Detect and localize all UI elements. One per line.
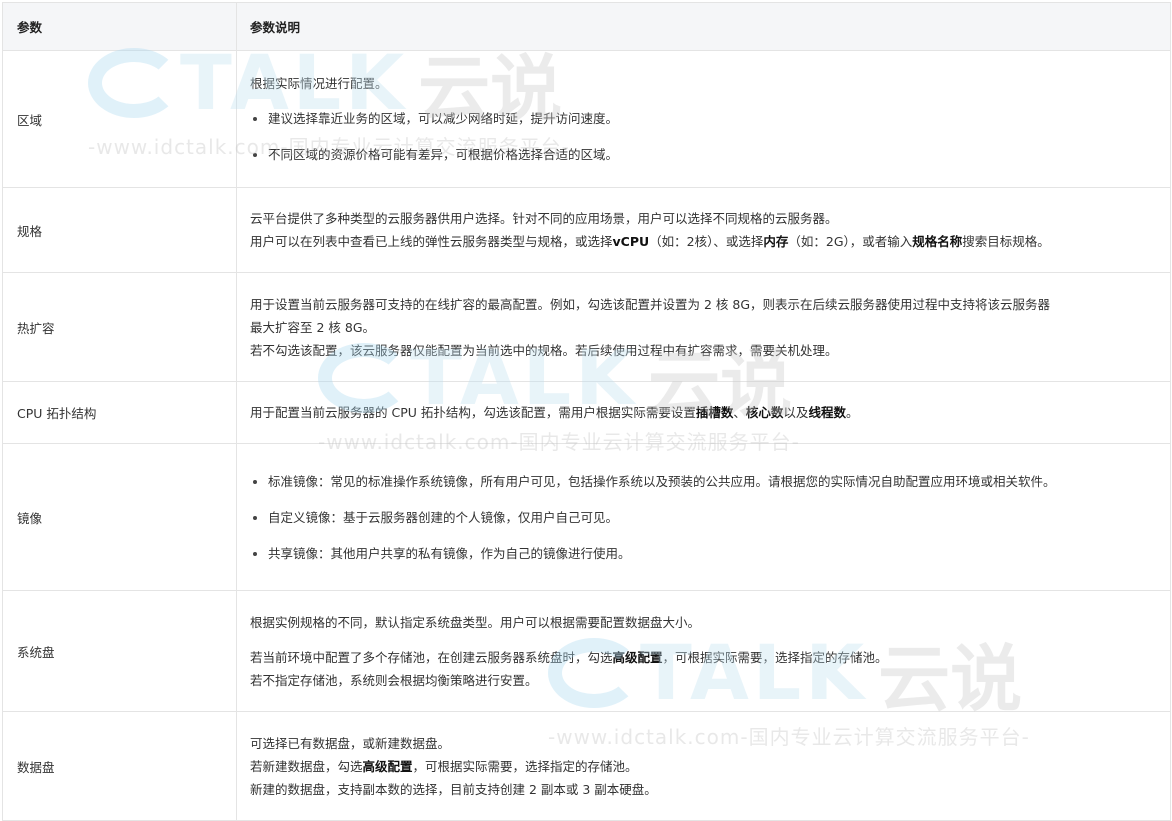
bold-term: 内存 [763,234,789,249]
table-row: 镜像 标准镜像：常见的标准操作系统镜像，所有用户可见，包括操作系统以及预装的公共… [3,444,1170,591]
bold-term: 高级配置 [612,649,663,665]
bold-term: 核心数 [745,405,784,420]
description-line: 用户可以在列表中查看已上线的弹性云服务器类型与规格，或选择vCPU（如：2核）、… [250,230,1160,253]
param-description: 标准镜像：常见的标准操作系统镜像，所有用户可见，包括操作系统以及预装的公共应用。… [237,444,1170,590]
header-description: 参数说明 [250,20,301,35]
description-line: 新建的数据盘，支持副本数的选择，目前支持创建 2 副本或 3 副本硬盘。 [250,781,657,797]
parameter-table: 参数 参数说明 区域 根据实际情况进行配置。 建议选择靠近业务的区域，可以减少网… [2,2,1171,821]
param-description: 用于配置当前云服务器的 CPU 拓扑结构，勾选该配置，需用户根据实际需要设置插槽… [237,382,1170,443]
description-line: 若当前环境中配置了多个存储池，在创建云服务器系统盘时，勾选高级配置，可根据实际需… [250,646,1160,669]
param-description: 云平台提供了多种类型的云服务器供用户选择。针对不同的应用场景，用户可以选择不同规… [237,188,1170,272]
table-row: 热扩容 用于设置当前云服务器可支持的在线扩容的最高配置。例如，勾选该配置并设置为… [3,273,1170,382]
param-name: 数据盘 [3,712,237,820]
description-line: 用于配置当前云服务器的 CPU 拓扑结构，勾选该配置，需用户根据实际需要设置插槽… [250,401,1160,424]
text-segment: 。 [845,405,859,420]
param-name: 规格 [3,188,237,272]
list-item: 自定义镜像：基于云服务器创建的个人镜像，仅用户自己可见。 [250,506,1160,529]
text-segment: 用户可以在列表中查看已上线的弹性云服务器类型与规格，或选择 [250,234,613,249]
description-line: 可选择已有数据盘，或新建数据盘。 [250,735,451,751]
bold-term: 插槽数 [695,405,734,420]
table-row: 区域 根据实际情况进行配置。 建议选择靠近业务的区域，可以减少网络时延，提升访问… [3,51,1170,188]
text-segment: （如：2核）、或选择 [649,234,764,249]
param-name: CPU 拓扑结构 [3,382,237,443]
text-segment: 若当前环境中配置了多个存储池，在创建云服务器系统盘时，勾选 [250,649,613,665]
list-item: 共享镜像：其他用户共享的私有镜像，作为自己的镜像进行使用。 [250,542,1160,565]
param-name: 系统盘 [3,591,237,711]
table-header: 参数 参数说明 [3,3,1170,51]
text-segment: （如：2G），或者输入 [788,234,913,249]
table-row: 系统盘 根据实例规格的不同，默认指定系统盘类型。用户可以根据需要配置数据盘大小。… [3,591,1170,712]
text-segment: 若新建数据盘，勾选 [250,758,363,774]
list-item: 标准镜像：常见的标准操作系统镜像，所有用户可见，包括操作系统以及预装的公共应用。… [250,470,1160,493]
list-item: 不同区域的资源价格可能有差异，可根据价格选择合适的区域。 [250,143,1160,166]
text-segment: 以及 [783,405,809,420]
bold-term: 规格名称 [912,234,963,249]
description-line: 最大扩容至 2 核 8G。 [250,319,376,335]
param-name: 热扩容 [3,273,237,381]
table-row: 规格 云平台提供了多种类型的云服务器供用户选择。针对不同的应用场景，用户可以选择… [3,188,1170,273]
param-description: 根据实例规格的不同，默认指定系统盘类型。用户可以根据需要配置数据盘大小。 若当前… [237,591,1170,711]
table-row: CPU 拓扑结构 用于配置当前云服务器的 CPU 拓扑结构，勾选该配置，需用户根… [3,382,1170,444]
bullet-list: 标准镜像：常见的标准操作系统镜像，所有用户可见，包括操作系统以及预装的公共应用。… [250,470,1160,565]
text-segment: ，可根据实际需要，选择指定的存储池。 [412,758,638,774]
param-description: 可选择已有数据盘，或新建数据盘。 若新建数据盘，勾选高级配置，可根据实际需要，选… [237,712,1170,820]
bullet-list: 建议选择靠近业务的区域，可以减少网络时延，提升访问速度。 不同区域的资源价格可能… [250,107,1160,166]
bold-term: 线程数 [808,405,846,420]
description-line: 若不指定存储池，系统则会根据均衡策略进行安置。 [250,672,538,688]
description-line: 根据实例规格的不同，默认指定系统盘类型。用户可以根据需要配置数据盘大小。 [250,614,701,630]
param-name: 镜像 [3,444,237,590]
param-description: 根据实际情况进行配置。 建议选择靠近业务的区域，可以减少网络时延，提升访问速度。… [237,51,1170,187]
bold-term: 高级配置 [362,758,413,774]
text-segment: 用于配置当前云服务器的 CPU 拓扑结构，勾选该配置，需用户根据实际需要设置 [250,405,696,420]
param-description: 用于设置当前云服务器可支持的在线扩容的最高配置。例如，勾选该配置并设置为 2 核… [237,273,1170,381]
description-line: 用于设置当前云服务器可支持的在线扩容的最高配置。例如，勾选该配置并设置为 2 核… [250,296,1051,312]
header-param: 参数 [3,3,237,50]
table-row: 数据盘 可选择已有数据盘，或新建数据盘。 若新建数据盘，勾选高级配置，可根据实际… [3,712,1170,820]
description-line: 云平台提供了多种类型的云服务器供用户选择。针对不同的应用场景，用户可以选择不同规… [250,211,838,226]
param-name: 区域 [3,51,237,187]
text-segment: 、 [733,405,746,420]
description-line: 若新建数据盘，勾选高级配置，可根据实际需要，选择指定的存储池。 [250,755,1160,778]
list-item: 建议选择靠近业务的区域，可以减少网络时延，提升访问速度。 [250,107,1160,130]
bold-term: vCPU [612,234,650,249]
text-segment: ，可根据实际需要，选择指定的存储池。 [662,649,888,665]
description-line: 若不勾选该配置，该云服务器仅能配置为当前选中的规格。若后续使用过程中有扩容需求，… [250,342,838,358]
text-segment: 搜索目标规格。 [962,234,1050,249]
description-line: 根据实际情况进行配置。 [250,76,388,91]
